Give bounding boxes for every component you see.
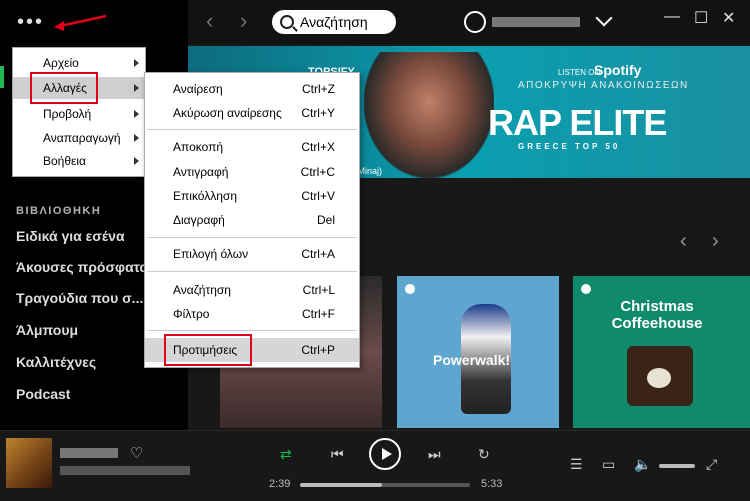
menu-item-redo[interactable]: Ακύρωση αναίρεσης Ctrl+Y bbox=[145, 101, 359, 125]
banner-artist-image bbox=[364, 52, 494, 178]
elapsed-time: 2:39 bbox=[269, 478, 291, 490]
menu-item-copy[interactable]: Αντιγραφή Ctrl+C bbox=[145, 160, 359, 184]
carousel-prev-button[interactable]: ‹ bbox=[680, 230, 687, 253]
sidebar-item-artists[interactable]: Καλλιτέχνες bbox=[16, 354, 96, 370]
repeat-icon[interactable]: ↻ bbox=[478, 446, 490, 463]
spotify-icon bbox=[405, 284, 415, 294]
album-art[interactable] bbox=[6, 438, 52, 488]
maximize-button[interactable]: ☐ bbox=[694, 8, 708, 28]
menu-separator bbox=[147, 271, 357, 272]
menu-dots-icon[interactable]: ••• bbox=[17, 12, 44, 32]
card-image bbox=[627, 346, 693, 406]
heart-icon[interactable]: ♡ bbox=[130, 444, 143, 462]
card-title: Powerwalk! bbox=[433, 352, 511, 368]
forward-button[interactable]: › bbox=[240, 8, 247, 34]
progress-bar[interactable] bbox=[300, 483, 470, 487]
queue-icon[interactable]: ☰ bbox=[570, 456, 583, 473]
edit-submenu: Αναίρεση Ctrl+Z Ακύρωση αναίρεσης Ctrl+Y Α… bbox=[144, 72, 360, 368]
playlist-card-powerwalk[interactable]: Powerwalk! bbox=[397, 276, 559, 428]
banner-headline: RAP ELITE bbox=[488, 102, 667, 143]
devices-icon[interactable]: ▭ bbox=[602, 456, 615, 473]
menu-item-paste[interactable]: Επικόλληση Ctrl+V bbox=[145, 184, 359, 208]
back-button[interactable]: ‹ bbox=[206, 8, 213, 34]
close-button[interactable]: ✕ bbox=[722, 8, 735, 28]
menu-separator bbox=[147, 330, 357, 331]
volume-slider[interactable] bbox=[659, 464, 695, 468]
sidebar-item-podcasts[interactable]: Podcast bbox=[16, 386, 70, 402]
search-label: Αναζήτηση bbox=[300, 14, 368, 30]
prev-icon[interactable]: ⏮ bbox=[331, 446, 344, 463]
card-title: Christmas Coffeehouse bbox=[611, 298, 703, 332]
spotify-icon bbox=[581, 284, 591, 294]
banner-spotify-logo: Spotify bbox=[594, 62, 642, 78]
menu-item-delete[interactable]: Διαγραφή Del bbox=[145, 208, 359, 232]
annotation-box-edit bbox=[30, 72, 98, 104]
menu-item-search[interactable]: Αναζήτηση Ctrl+L bbox=[145, 278, 359, 302]
user-icon[interactable] bbox=[464, 11, 486, 33]
menu-item-undo[interactable]: Αναίρεση Ctrl+Z bbox=[145, 77, 359, 101]
fullscreen-icon[interactable]: ⤢ bbox=[706, 456, 717, 473]
library-title: ΒΙΒΛΙΟΘΗΚΗ bbox=[16, 205, 102, 217]
progress-fill bbox=[300, 483, 382, 487]
menu-separator bbox=[147, 237, 357, 238]
shuffle-icon[interactable]: ⇄ bbox=[280, 446, 292, 463]
active-indicator bbox=[0, 66, 4, 88]
next-icon[interactable]: ⏭ bbox=[428, 446, 441, 463]
play-icon[interactable] bbox=[369, 438, 401, 470]
menu-item-view[interactable]: Προβολή bbox=[13, 103, 145, 125]
menu-item-filter[interactable]: Φίλτρο Ctrl+F bbox=[145, 302, 359, 326]
hide-ads-link[interactable]: ΑΠΟΚΡΥΨΗ ΑΝΑΚΟΙΝΩΣΕΩΝ bbox=[518, 80, 689, 91]
search-icon bbox=[280, 15, 294, 29]
volume-icon[interactable]: 🔈 bbox=[634, 456, 651, 473]
total-time: 5:33 bbox=[481, 478, 503, 490]
playlist-card-christmas[interactable]: Christmas Coffeehouse bbox=[573, 276, 750, 428]
banner-subhead: GREECE TOP 50 bbox=[518, 142, 621, 151]
menu-item-cut[interactable]: Αποκοπή Ctrl+X bbox=[145, 135, 359, 159]
track-artist-redacted[interactable] bbox=[60, 466, 190, 475]
menu-separator bbox=[147, 129, 357, 130]
menu-item-playback[interactable]: Αναπαραγωγή bbox=[13, 127, 145, 149]
search-input[interactable]: Αναζήτηση bbox=[272, 10, 396, 34]
app-menu: Αρχείο Αλλαγές Προβολή Αναπαραγωγή Βοήθε… bbox=[12, 47, 146, 177]
username-redacted[interactable] bbox=[492, 17, 580, 27]
menu-item-file[interactable]: Αρχείο bbox=[13, 52, 145, 74]
track-title-redacted[interactable] bbox=[60, 448, 118, 458]
annotation-box-preferences bbox=[164, 334, 252, 366]
sidebar-item-albums[interactable]: Άλμπουμ bbox=[16, 322, 78, 338]
sidebar-item-made-for-you[interactable]: Ειδικά για εσένα bbox=[16, 228, 125, 244]
sidebar-item-recently-played[interactable]: Άκουσες πρόσφατα bbox=[16, 259, 148, 275]
carousel-next-button[interactable]: › bbox=[712, 230, 719, 253]
sidebar-item-liked-songs[interactable]: Τραγούδια που σ... bbox=[16, 290, 143, 306]
annotation-arrow bbox=[54, 14, 107, 31]
minimize-button[interactable]: — bbox=[664, 8, 680, 26]
menu-item-select-all[interactable]: Επιλογή όλων Ctrl+A bbox=[145, 242, 359, 266]
menu-item-help[interactable]: Βοήθεια bbox=[13, 150, 145, 172]
